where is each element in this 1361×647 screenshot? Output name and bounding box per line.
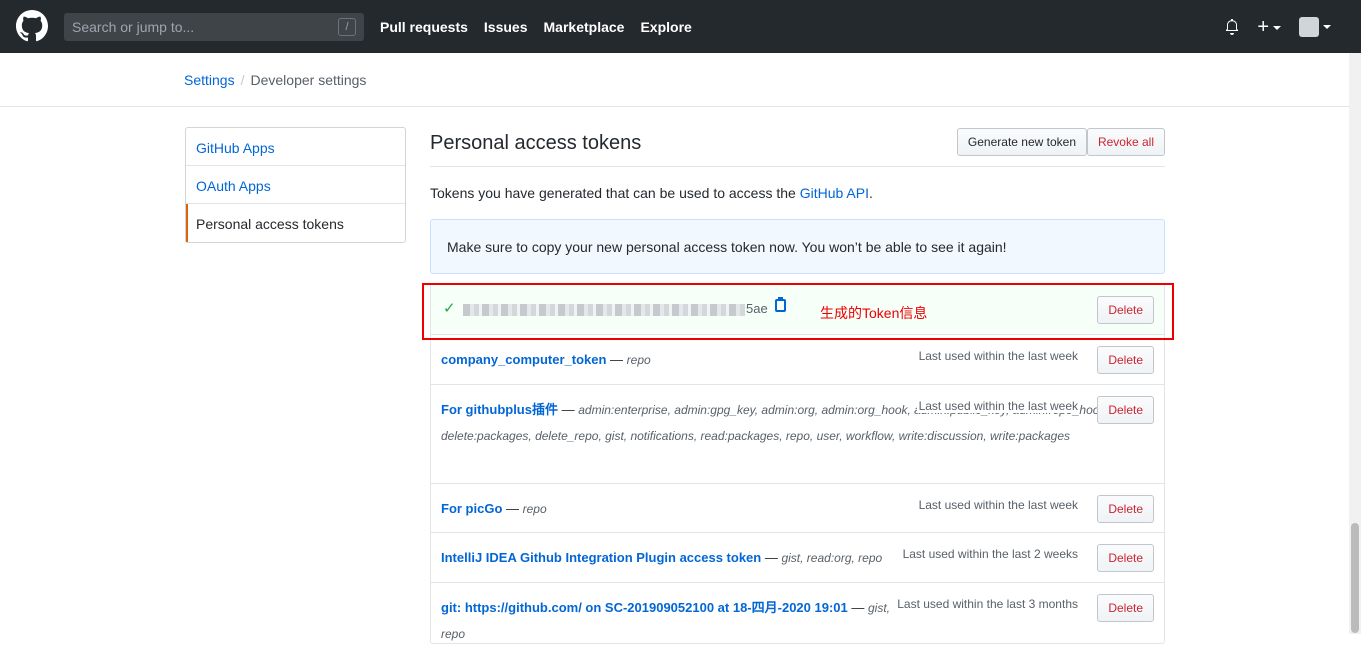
- chevron-down-icon: [1273, 25, 1281, 30]
- nav-pull-requests[interactable]: Pull requests: [380, 19, 468, 35]
- breadcrumb-separator: /: [240, 72, 245, 88]
- search-placeholder: Search or jump to...: [72, 19, 195, 35]
- annotation-highlight-box: [422, 283, 1174, 340]
- intro-suffix: .: [868, 185, 873, 201]
- user-menu[interactable]: [1299, 17, 1331, 37]
- table-row: For picGo — repo Last used within the la…: [431, 484, 1164, 533]
- generate-new-token-button[interactable]: Generate new token: [956, 128, 1087, 156]
- intro-prefix: Tokens you have generated that can be us…: [430, 185, 800, 201]
- last-used-text: Last used within the last week: [916, 498, 1078, 512]
- revoke-all-button[interactable]: Revoke all: [1086, 128, 1165, 156]
- developer-settings-menu: GitHub Apps OAuth Apps Personal access t…: [185, 127, 406, 243]
- bell-icon[interactable]: [1225, 19, 1239, 35]
- delete-button[interactable]: Delete: [1097, 346, 1154, 374]
- header-actions: +: [1225, 17, 1331, 37]
- token-scopes: repo: [626, 353, 651, 367]
- global-header: Search or jump to... / Pull requests Iss…: [0, 0, 1361, 53]
- table-row: git: https://github.com/ on SC-201909052…: [431, 583, 1164, 643]
- page-title: Personal access tokens: [430, 132, 642, 154]
- search-shortcut-key: /: [338, 18, 356, 36]
- token-name-link[interactable]: For githubplus插件: [441, 402, 558, 417]
- sidebar-item-oauth-apps[interactable]: OAuth Apps: [186, 166, 405, 204]
- token-name-link[interactable]: For picGo: [441, 501, 502, 516]
- token-name-link[interactable]: IntelliJ IDEA Github Integration Plugin …: [441, 550, 761, 565]
- flash-notice: Make sure to copy your new personal acce…: [430, 219, 1165, 274]
- page-scrollbar[interactable]: [1349, 53, 1361, 634]
- scrollbar-thumb[interactable]: [1351, 523, 1359, 633]
- global-nav: Pull requests Issues Marketplace Explore: [380, 19, 692, 35]
- last-used-text: Last used within the last 2 weeks: [900, 547, 1078, 561]
- page-header: Personal access tokens Generate new toke…: [430, 127, 1165, 167]
- github-logo-icon[interactable]: [16, 10, 48, 42]
- token-name-link[interactable]: git: https://github.com/ on SC-201909052…: [441, 600, 848, 615]
- token-separator: —: [847, 600, 868, 615]
- search-input[interactable]: Search or jump to... /: [64, 13, 364, 41]
- table-row: For githubplus插件 — admin:enterprise, adm…: [431, 385, 1164, 484]
- main-content: Personal access tokens Generate new toke…: [430, 127, 1165, 644]
- table-row: IntelliJ IDEA Github Integration Plugin …: [431, 533, 1164, 583]
- breadcrumb: Settings / Developer settings: [184, 72, 366, 88]
- nav-issues[interactable]: Issues: [484, 19, 528, 35]
- sidebar-item-github-apps[interactable]: GitHub Apps: [186, 128, 405, 166]
- intro-text: Tokens you have generated that can be us…: [430, 185, 873, 201]
- token-separator: —: [557, 402, 579, 417]
- plus-icon: +: [1257, 16, 1269, 38]
- token-scopes: repo: [522, 502, 547, 516]
- token-separator: —: [502, 501, 523, 516]
- delete-button[interactable]: Delete: [1097, 544, 1154, 572]
- delete-button[interactable]: Delete: [1097, 594, 1154, 622]
- github-api-link[interactable]: GitHub API: [800, 185, 869, 201]
- sidebar-item-personal-access-tokens[interactable]: Personal access tokens: [186, 204, 405, 242]
- table-row: company_computer_token — repo Last used …: [431, 335, 1164, 385]
- chevron-down-icon: [1323, 25, 1331, 29]
- last-used-text: Last used within the last week: [916, 349, 1078, 363]
- token-scopes: gist, read:org, repo: [781, 551, 883, 565]
- avatar: [1299, 17, 1319, 37]
- token-name-link[interactable]: company_computer_token: [441, 352, 606, 367]
- delete-button[interactable]: Delete: [1097, 396, 1154, 424]
- nav-explore[interactable]: Explore: [640, 19, 691, 35]
- last-used-text: Last used within the last week: [916, 399, 1078, 413]
- token-separator: —: [606, 352, 627, 367]
- last-used-text: Last used within the last 3 months: [895, 597, 1078, 611]
- breadcrumb-current: Developer settings: [250, 72, 367, 88]
- delete-button[interactable]: Delete: [1097, 495, 1154, 523]
- token-separator: —: [761, 550, 782, 565]
- breadcrumb-bar: Settings / Developer settings: [0, 53, 1349, 107]
- create-new-menu[interactable]: +: [1257, 16, 1281, 38]
- nav-marketplace[interactable]: Marketplace: [544, 19, 625, 35]
- breadcrumb-settings-link[interactable]: Settings: [184, 72, 235, 88]
